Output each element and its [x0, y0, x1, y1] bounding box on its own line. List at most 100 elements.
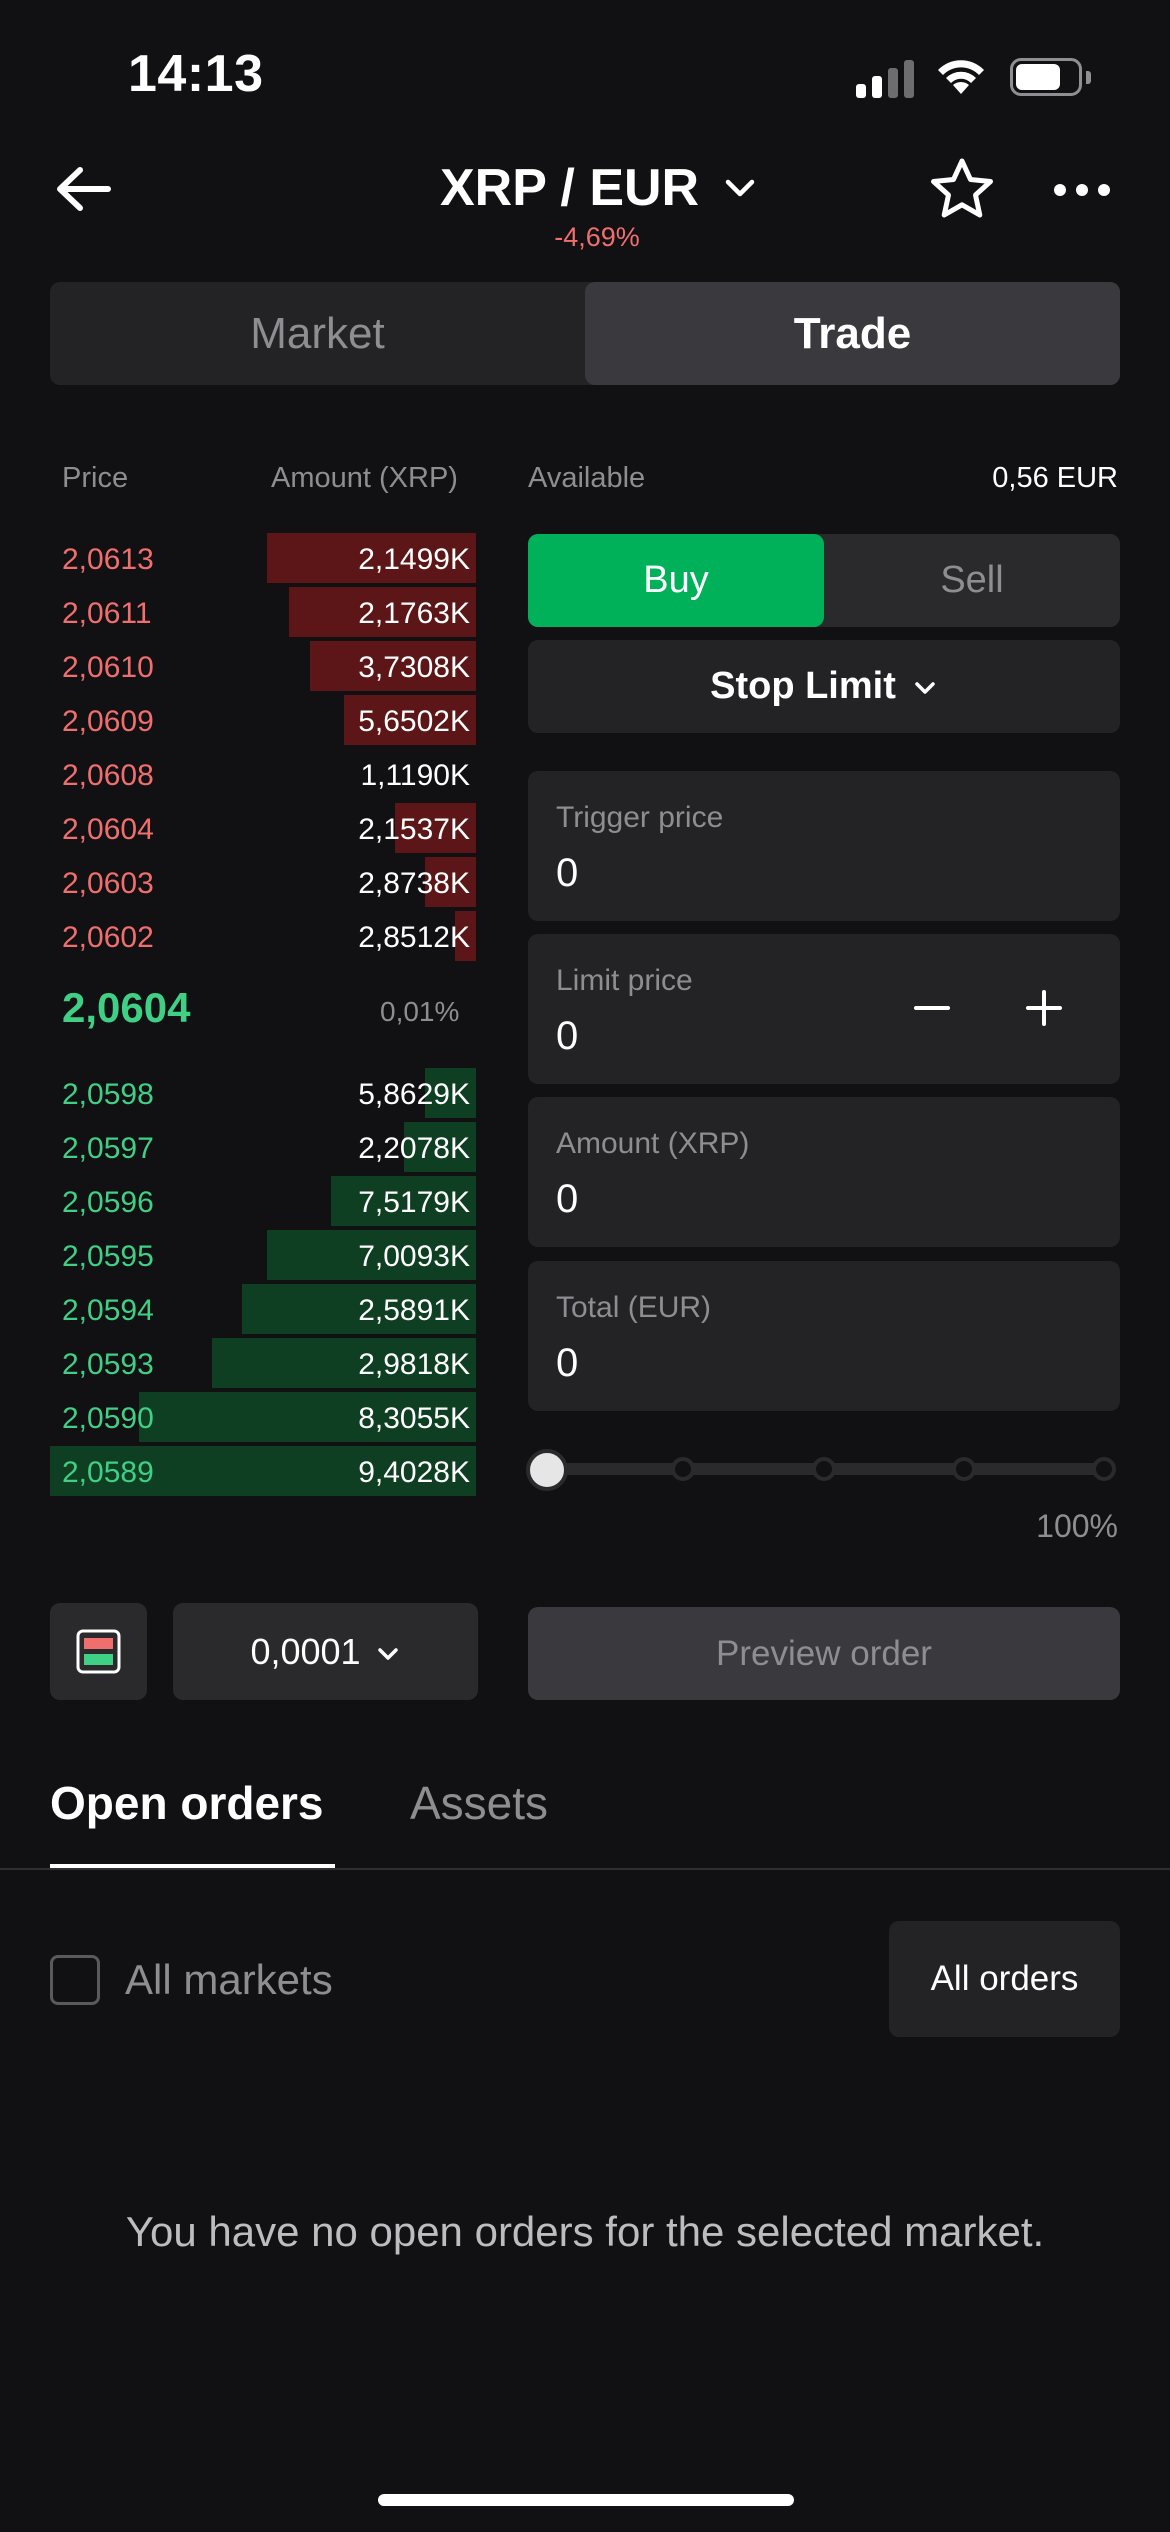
available-label: Available	[528, 462, 646, 494]
amount-slider-thumb[interactable]	[526, 1449, 568, 1491]
ask-row[interactable]: 2,0603 2,8738K	[50, 857, 476, 911]
ask-amount: 2,8738K	[358, 867, 470, 900]
bid-row[interactable]: 2,0589 9,4028K	[50, 1446, 476, 1500]
status-time: 14:13	[128, 45, 264, 103]
ask-price: 2,0611	[62, 597, 152, 630]
trigger-price-field[interactable]: Trigger price 0	[528, 771, 1120, 921]
bid-row[interactable]: 2,0590 8,3055K	[50, 1392, 476, 1446]
arrow-left-icon	[57, 167, 111, 211]
amount-field[interactable]: Amount (XRP) 0	[528, 1097, 1120, 1247]
ask-price: 2,0613	[62, 543, 154, 576]
orderbook-amount-header: Amount (XRP)	[271, 462, 458, 494]
bid-price: 2,0598	[62, 1078, 154, 1111]
ask-row[interactable]: 2,0608 1,1190K	[50, 749, 476, 803]
ask-amount: 3,7308K	[358, 651, 470, 684]
bid-amount: 7,0093K	[358, 1240, 470, 1273]
price-change-value: -4,69%	[554, 222, 640, 252]
favorite-star-icon[interactable]	[928, 156, 996, 222]
orderbook-layout-icon	[76, 1629, 121, 1674]
bid-price: 2,0596	[62, 1186, 154, 1219]
precision-select[interactable]: 0,0001	[173, 1603, 478, 1700]
spread-percent: 0,01%	[380, 996, 460, 1027]
order-type-select[interactable]: Stop Limit	[528, 640, 1120, 733]
market-trade-toggle: Market Trade	[50, 282, 1120, 385]
all-markets-label[interactable]: All markets	[125, 1956, 333, 2004]
bid-row[interactable]: 2,0594 2,5891K	[50, 1284, 476, 1338]
price-change: -4,69%	[0, 222, 1170, 253]
ask-price: 2,0610	[62, 651, 154, 684]
mid-price: 2,0604	[62, 984, 191, 1031]
minus-icon[interactable]	[910, 986, 954, 1030]
trigger-price-input[interactable]: 0	[556, 851, 578, 896]
tab-open-orders[interactable]: Open orders	[50, 1776, 324, 1830]
preview-order-button[interactable]: Preview order	[528, 1607, 1120, 1700]
ask-row[interactable]: 2,0613 2,1499K	[50, 533, 476, 587]
bid-row[interactable]: 2,0598 5,8629K	[50, 1068, 476, 1122]
bid-amount: 9,4028K	[358, 1456, 470, 1489]
ask-row[interactable]: 2,0610 3,7308K	[50, 641, 476, 695]
bid-amount: 2,5891K	[358, 1294, 470, 1327]
ask-row[interactable]: 2,0602 2,8512K	[50, 911, 476, 965]
bid-row[interactable]: 2,0593 2,9818K	[50, 1338, 476, 1392]
bid-row[interactable]: 2,0597 2,2078K	[50, 1122, 476, 1176]
signal-icon	[856, 58, 916, 98]
limit-price-field[interactable]: Limit price 0	[528, 934, 1120, 1084]
slider-step-100[interactable]	[1092, 1457, 1116, 1481]
plus-icon[interactable]	[1020, 984, 1068, 1032]
chevron-down-icon	[915, 682, 935, 694]
tabs-divider	[0, 1868, 1170, 1870]
ask-price: 2,0608	[62, 759, 154, 792]
bid-price: 2,0597	[62, 1132, 154, 1165]
buy-sell-toggle: Buy Sell	[528, 534, 1120, 627]
bid-amount: 7,5179K	[358, 1186, 470, 1219]
ask-amount: 2,1499K	[358, 543, 470, 576]
ask-amount: 2,1537K	[358, 813, 470, 846]
empty-state-message: You have no open orders for the selected…	[125, 2208, 1045, 2255]
all-markets-checkbox[interactable]	[50, 1955, 100, 2005]
ask-row[interactable]: 2,0611 2,1763K	[50, 587, 476, 641]
total-field[interactable]: Total (EUR) 0	[528, 1261, 1120, 1411]
wifi-icon	[935, 56, 987, 96]
order-type-label: Stop Limit	[710, 665, 896, 707]
bid-row[interactable]: 2,0596 7,5179K	[50, 1176, 476, 1230]
bid-price: 2,0593	[62, 1348, 154, 1381]
ask-row[interactable]: 2,0609 5,6502K	[50, 695, 476, 749]
total-label: Total (EUR)	[556, 1291, 712, 1324]
battery-icon	[1010, 58, 1091, 98]
bid-amount: 5,8629K	[358, 1078, 470, 1111]
market-title[interactable]: XRP / EUR	[440, 158, 699, 218]
precision-value: 0,0001	[250, 1631, 361, 1672]
ask-price: 2,0603	[62, 867, 154, 900]
chevron-down-icon	[377, 1648, 398, 1661]
bid-row[interactable]: 2,0595 7,0093K	[50, 1230, 476, 1284]
limit-price-label: Limit price	[556, 964, 693, 997]
sell-button[interactable]: Sell	[824, 534, 1120, 627]
tab-trade[interactable]: Trade	[585, 282, 1120, 385]
trigger-price-label: Trigger price	[556, 801, 724, 834]
ask-row[interactable]: 2,0604 2,1537K	[50, 803, 476, 857]
ask-price: 2,0604	[62, 813, 154, 846]
ask-price: 2,0602	[62, 921, 154, 954]
more-options-icon[interactable]	[1052, 178, 1112, 202]
amount-input[interactable]: 0	[556, 1177, 578, 1222]
bid-price: 2,0594	[62, 1294, 154, 1327]
orderbook-view-button[interactable]	[50, 1603, 147, 1700]
slider-step-50[interactable]	[812, 1457, 836, 1481]
bid-amount: 2,9818K	[358, 1348, 470, 1381]
bid-amount: 8,3055K	[358, 1402, 470, 1435]
tab-market[interactable]: Market	[50, 282, 585, 385]
bid-amount: 2,2078K	[358, 1132, 470, 1165]
slider-step-25[interactable]	[671, 1457, 695, 1481]
home-indicator[interactable]	[378, 2494, 794, 2506]
chevron-down-icon[interactable]	[722, 174, 758, 202]
available-balance: 0,56 EUR	[992, 462, 1118, 494]
ask-amount: 5,6502K	[358, 705, 470, 738]
limit-price-input[interactable]: 0	[556, 1014, 578, 1059]
tab-assets[interactable]: Assets	[410, 1776, 548, 1830]
slider-step-75[interactable]	[952, 1457, 976, 1481]
all-orders-button[interactable]: All orders	[889, 1921, 1120, 2037]
total-input[interactable]: 0	[556, 1341, 578, 1386]
buy-button[interactable]: Buy	[528, 534, 824, 627]
ask-amount: 1,1190K	[360, 759, 470, 792]
back-button[interactable]	[50, 158, 120, 220]
